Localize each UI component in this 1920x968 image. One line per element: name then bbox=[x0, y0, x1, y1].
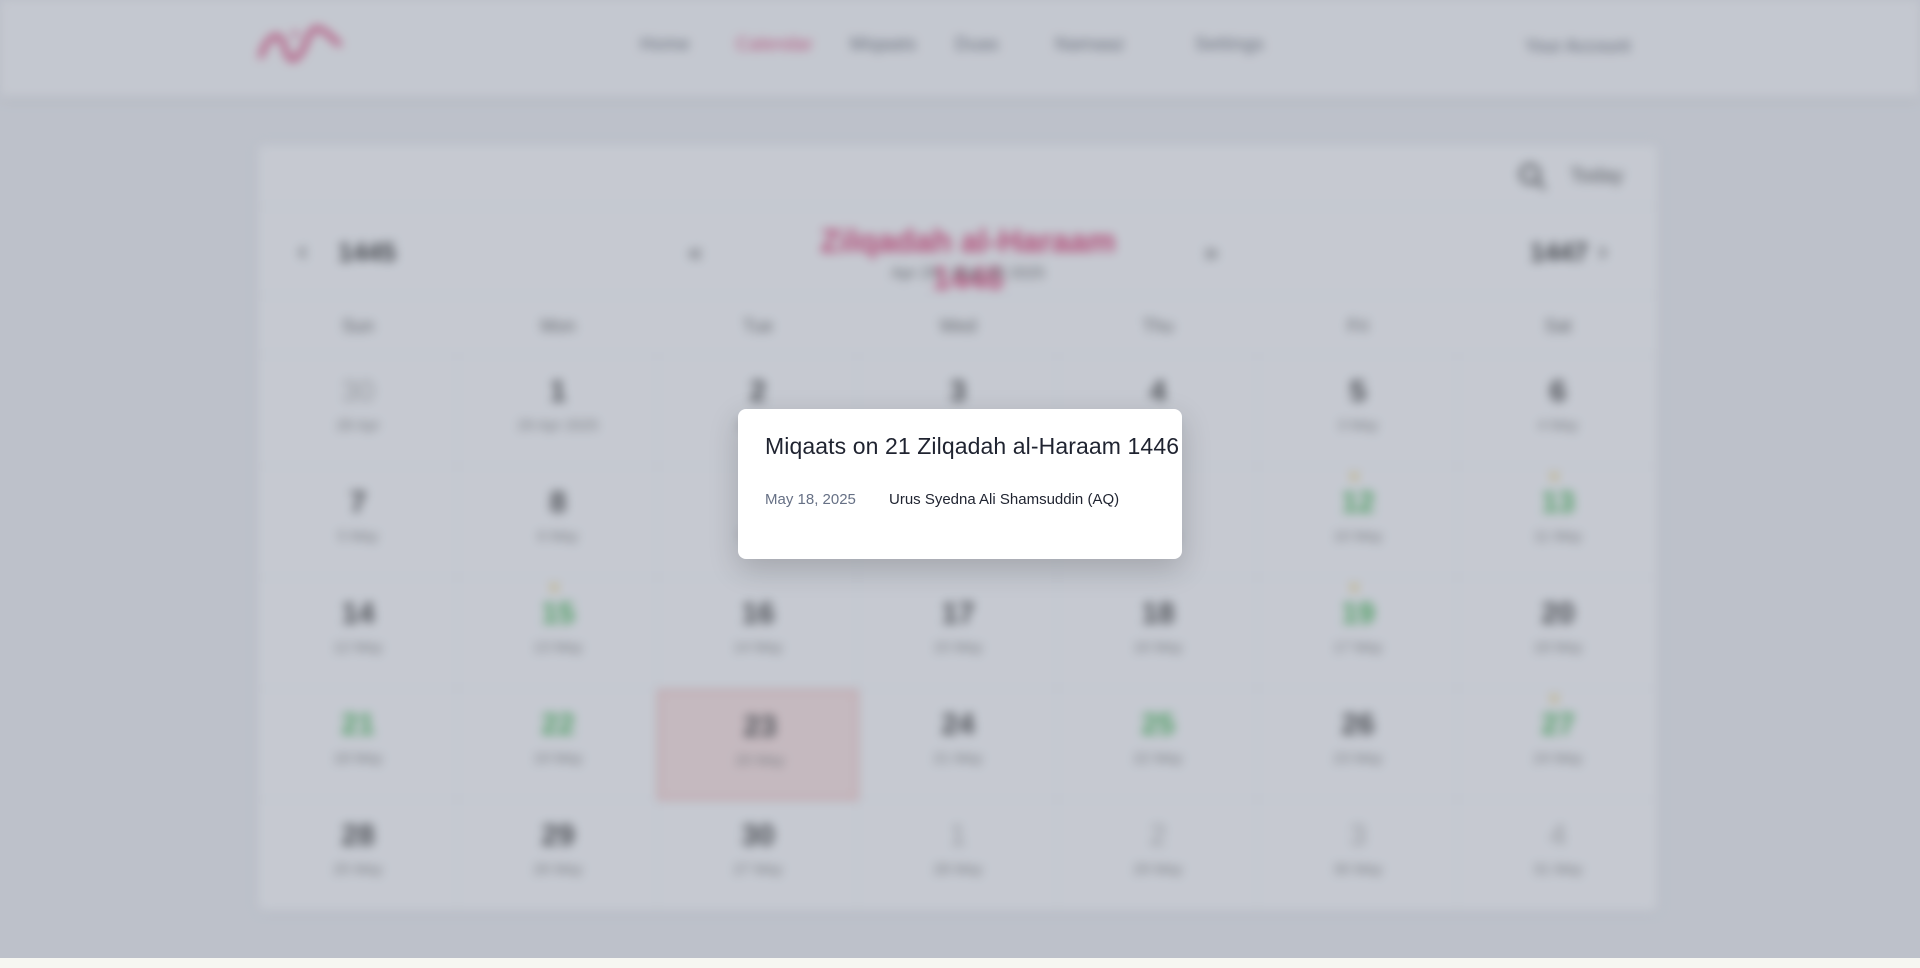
miqaat-date: May 18, 2025 bbox=[765, 491, 856, 508]
page-bottom-strip bbox=[0, 958, 1920, 968]
miqaat-event: Urus Syedna Ali Shamsuddin (AQ) bbox=[889, 491, 1120, 508]
miqaats-dialog: Miqaats on 21 Zilqadah al-Haraam 1446 Ma… bbox=[738, 409, 1182, 559]
dialog-title: Miqaats on 21 Zilqadah al-Haraam 1446 bbox=[765, 433, 1180, 459]
miqaat-entry[interactable]: May 18, 2025 Urus Syedna Ali Shamsuddin … bbox=[765, 491, 1165, 513]
